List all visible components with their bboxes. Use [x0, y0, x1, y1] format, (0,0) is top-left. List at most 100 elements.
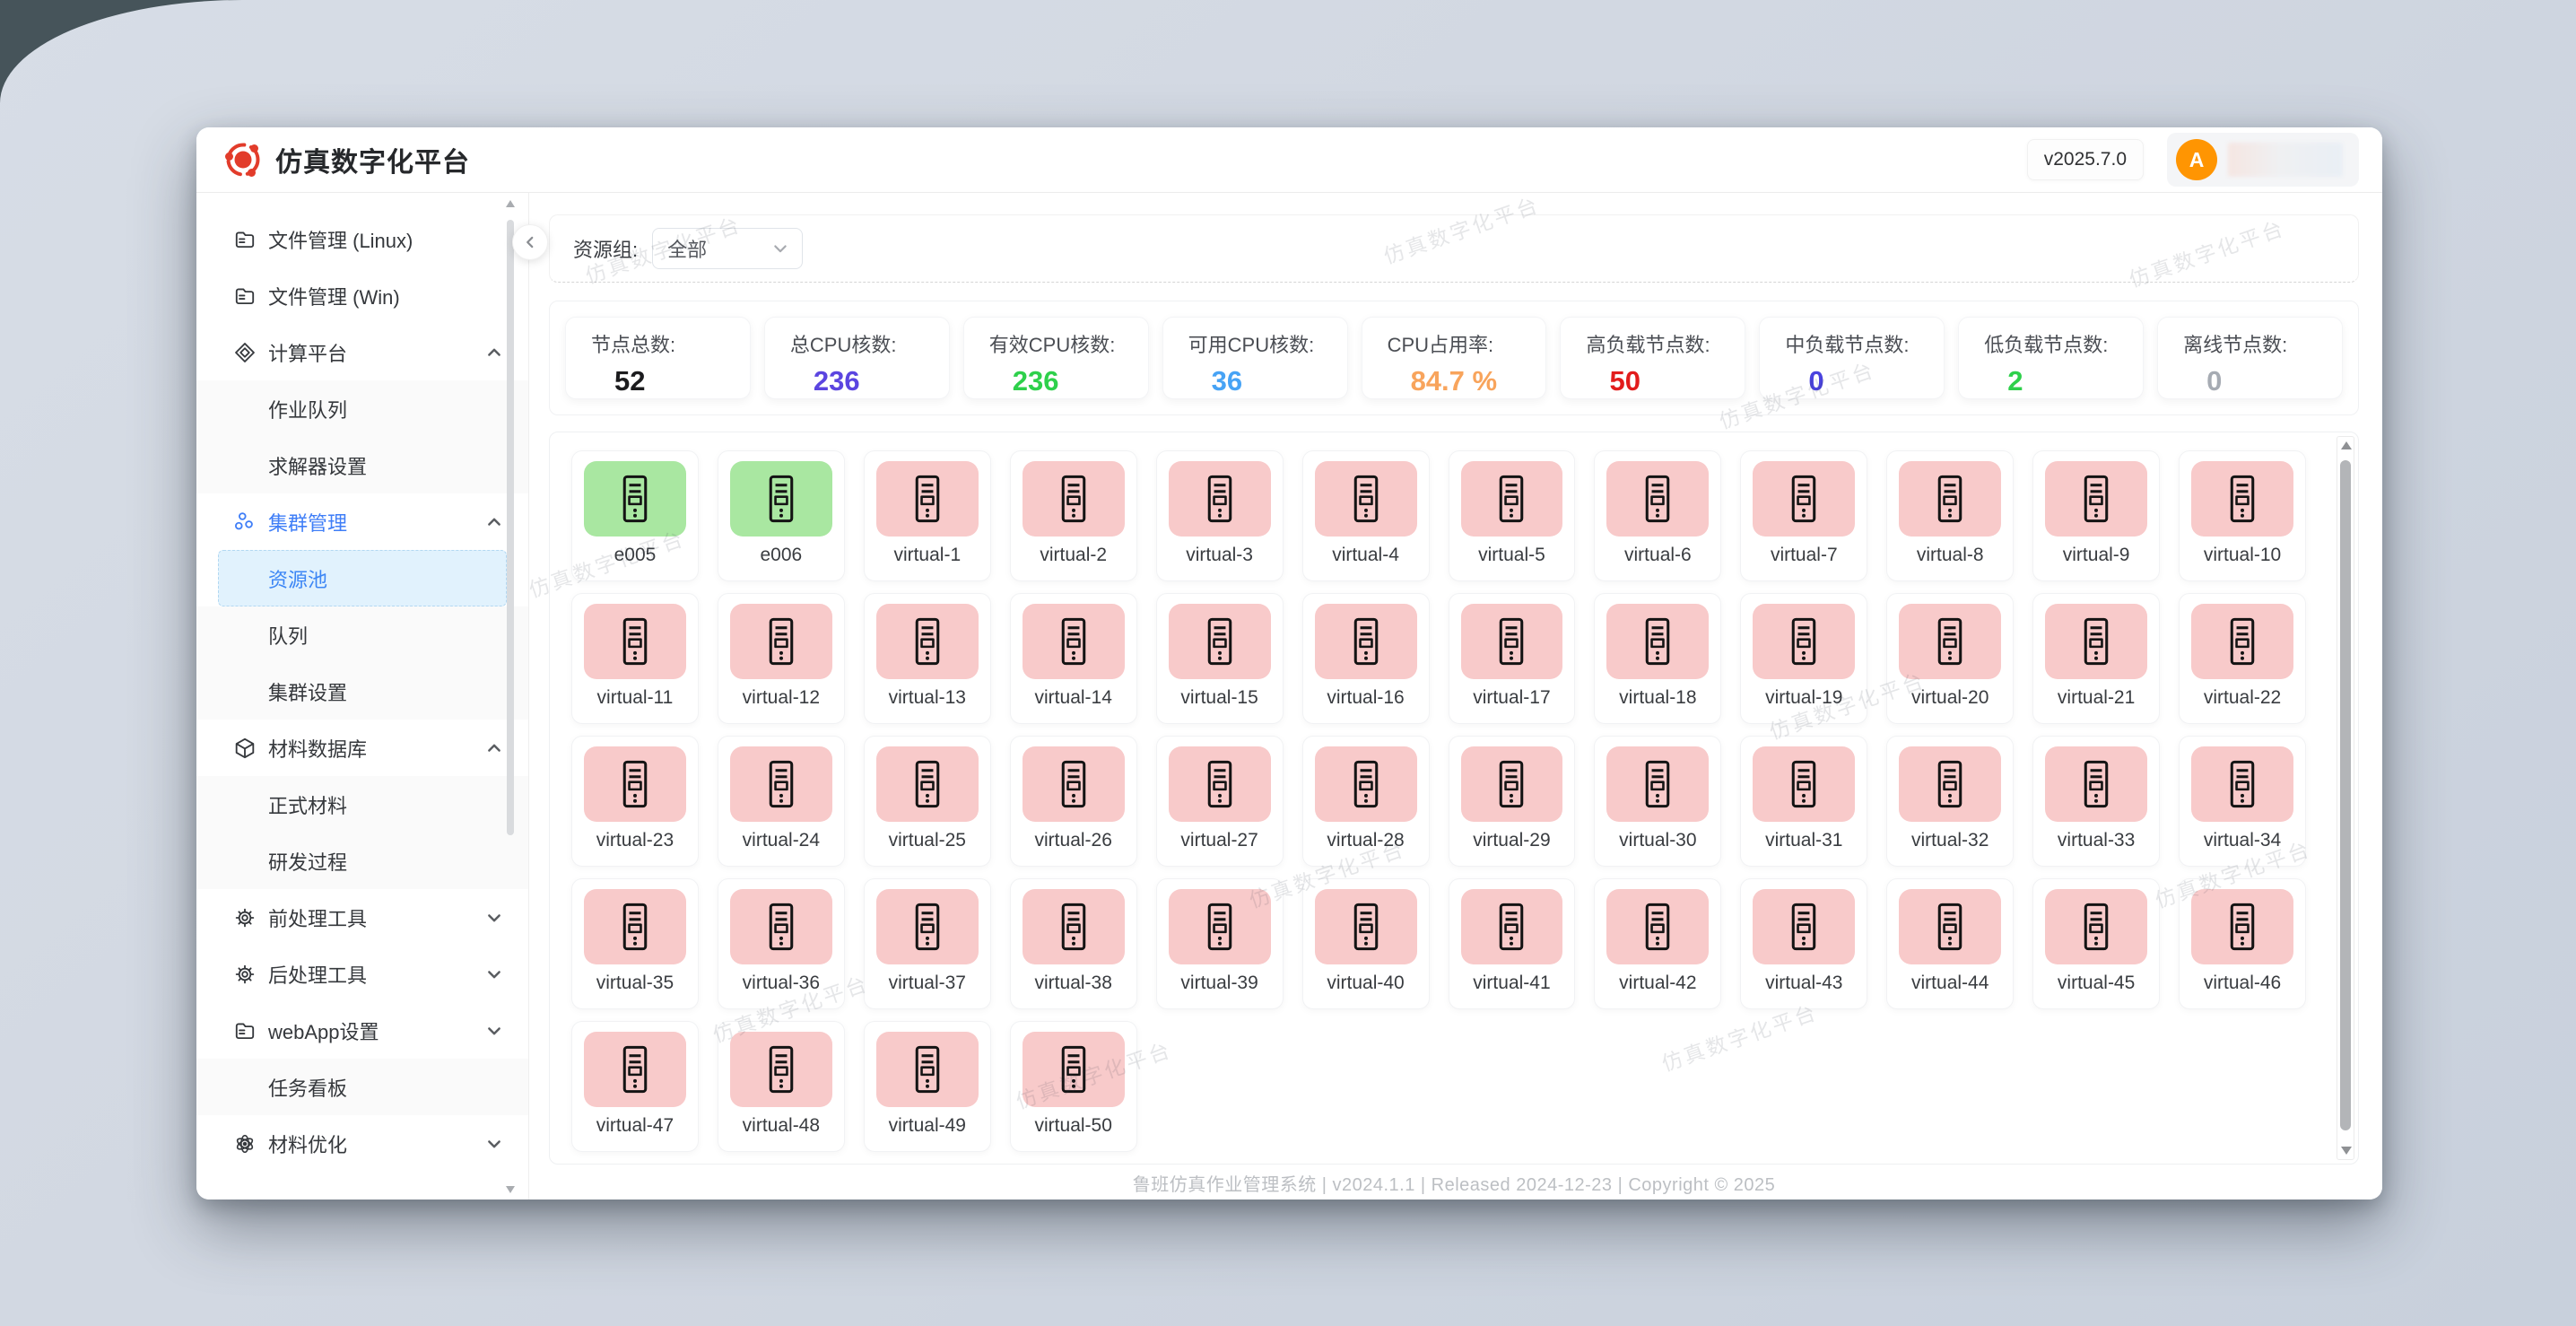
- node-card[interactable]: virtual-37: [864, 878, 991, 1009]
- selected-option: 全部: [667, 234, 707, 263]
- node-card[interactable]: virtual-5: [1449, 450, 1576, 581]
- node-card[interactable]: virtual-45: [2032, 878, 2160, 1009]
- node-card[interactable]: virtual-9: [2032, 450, 2160, 581]
- node-card[interactable]: virtual-36: [718, 878, 845, 1009]
- sidebar-item[interactable]: 文件管理 (Linux): [196, 211, 528, 267]
- sidebar-item-label: 正式材料: [268, 790, 347, 819]
- server-icon: [1348, 760, 1384, 808]
- node-card[interactable]: virtual-35: [571, 878, 699, 1009]
- scroll-up-icon[interactable]: [506, 200, 515, 207]
- stat-card: 节点总数: 52: [565, 317, 751, 399]
- grid-scrollbar[interactable]: [2337, 436, 2354, 1160]
- server-icon: [1202, 903, 1238, 951]
- node-card[interactable]: virtual-23: [571, 736, 699, 867]
- user-menu[interactable]: A: [2167, 133, 2359, 187]
- node-card[interactable]: virtual-2: [1010, 450, 1137, 581]
- node-card[interactable]: virtual-44: [1886, 878, 2014, 1009]
- sidebar-item[interactable]: 集群设置: [196, 663, 528, 720]
- node-status-tile: [1169, 746, 1271, 822]
- node-card[interactable]: virtual-21: [2032, 593, 2160, 724]
- scroll-up-icon[interactable]: [2341, 441, 2352, 449]
- node-card[interactable]: virtual-10: [2179, 450, 2306, 581]
- node-card[interactable]: virtual-49: [864, 1021, 991, 1152]
- sidebar-item[interactable]: webApp设置: [196, 1002, 528, 1059]
- node-card[interactable]: virtual-29: [1449, 736, 1576, 867]
- sidebar-item[interactable]: 文件管理 (Win): [196, 267, 528, 324]
- node-card[interactable]: virtual-17: [1449, 593, 1576, 724]
- sidebar-item[interactable]: 求解器设置: [196, 437, 528, 493]
- node-card[interactable]: virtual-46: [2179, 878, 2306, 1009]
- node-card[interactable]: virtual-3: [1156, 450, 1284, 581]
- sidebar-item[interactable]: 集群管理: [196, 493, 528, 550]
- node-card[interactable]: virtual-31: [1740, 736, 1867, 867]
- node-card[interactable]: virtual-16: [1302, 593, 1430, 724]
- node-card[interactable]: virtual-25: [864, 736, 991, 867]
- sidebar-item[interactable]: 后处理工具: [196, 946, 528, 1002]
- node-card[interactable]: virtual-34: [2179, 736, 2306, 867]
- node-card[interactable]: virtual-19: [1740, 593, 1867, 724]
- sidebar-item-label: 资源池: [268, 564, 327, 593]
- scroll-down-icon[interactable]: [2341, 1147, 2352, 1155]
- node-card[interactable]: virtual-8: [1886, 450, 2014, 581]
- node-card[interactable]: virtual-26: [1010, 736, 1137, 867]
- resource-group-select[interactable]: 全部: [652, 228, 803, 269]
- node-card[interactable]: virtual-24: [718, 736, 845, 867]
- node-card[interactable]: e005: [571, 450, 699, 581]
- node-card[interactable]: virtual-14: [1010, 593, 1137, 724]
- node-name: virtual-6: [1595, 545, 1720, 566]
- node-name: virtual-27: [1157, 830, 1283, 851]
- grid-scrollbar-thumb[interactable]: [2340, 460, 2351, 1130]
- sidebar-collapse-button[interactable]: [512, 224, 548, 260]
- node-card[interactable]: virtual-42: [1594, 878, 1721, 1009]
- node-status-tile: [876, 889, 979, 964]
- node-card[interactable]: virtual-32: [1886, 736, 2014, 867]
- scroll-down-icon[interactable]: [506, 1186, 515, 1193]
- sidebar-item[interactable]: 作业队列: [196, 380, 528, 437]
- sidebar-scrollbar[interactable]: [505, 200, 516, 1193]
- sidebar-item[interactable]: 研发过程: [196, 833, 528, 889]
- node-card[interactable]: virtual-12: [718, 593, 845, 724]
- node-card[interactable]: virtual-18: [1594, 593, 1721, 724]
- node-card[interactable]: virtual-43: [1740, 878, 1867, 1009]
- node-card[interactable]: virtual-38: [1010, 878, 1137, 1009]
- avatar[interactable]: A: [2176, 139, 2217, 180]
- sidebar-item[interactable]: 计算平台: [196, 324, 528, 380]
- sidebar-item[interactable]: 资源池: [218, 550, 507, 606]
- sidebar-item-label: 前处理工具: [268, 903, 367, 932]
- sidebar-item[interactable]: 材料数据库: [196, 720, 528, 776]
- node-name: virtual-9: [2033, 545, 2159, 566]
- node-card[interactable]: virtual-39: [1156, 878, 1284, 1009]
- node-card[interactable]: virtual-41: [1449, 878, 1576, 1009]
- node-card[interactable]: virtual-40: [1302, 878, 1430, 1009]
- node-card[interactable]: virtual-50: [1010, 1021, 1137, 1152]
- sidebar-item[interactable]: 队列: [196, 606, 528, 663]
- node-card[interactable]: virtual-27: [1156, 736, 1284, 867]
- stat-value: 2: [1984, 365, 2143, 397]
- sidebar-item[interactable]: 前处理工具: [196, 889, 528, 946]
- sidebar-item[interactable]: 任务看板: [196, 1059, 528, 1115]
- node-card[interactable]: virtual-6: [1594, 450, 1721, 581]
- node-card[interactable]: virtual-28: [1302, 736, 1430, 867]
- node-card[interactable]: virtual-1: [864, 450, 991, 581]
- node-card[interactable]: virtual-20: [1886, 593, 2014, 724]
- sidebar-item[interactable]: 正式材料: [196, 776, 528, 833]
- chevron-left-icon: [522, 234, 538, 250]
- node-card[interactable]: virtual-15: [1156, 593, 1284, 724]
- chevron-down-icon: [485, 1022, 503, 1040]
- node-name: virtual-36: [718, 973, 844, 994]
- server-icon: [617, 617, 653, 666]
- node-card[interactable]: virtual-4: [1302, 450, 1430, 581]
- node-card[interactable]: virtual-13: [864, 593, 991, 724]
- node-card[interactable]: virtual-48: [718, 1021, 845, 1152]
- node-card[interactable]: virtual-11: [571, 593, 699, 724]
- sidebar-item[interactable]: 材料优化: [196, 1115, 528, 1172]
- node-card[interactable]: e006: [718, 450, 845, 581]
- node-card[interactable]: virtual-22: [2179, 593, 2306, 724]
- node-card[interactable]: virtual-30: [1594, 736, 1721, 867]
- node-status-tile: [1169, 604, 1271, 679]
- node-card[interactable]: virtual-7: [1740, 450, 1867, 581]
- node-card[interactable]: virtual-47: [571, 1021, 699, 1152]
- app-window: 仿真数字化平台仿真数字化平台仿真数字化平台仿真数字化平台仿真数字化平台仿真数字化…: [196, 127, 2382, 1200]
- node-card[interactable]: virtual-33: [2032, 736, 2160, 867]
- sidebar-scrollbar-thumb[interactable]: [507, 220, 514, 835]
